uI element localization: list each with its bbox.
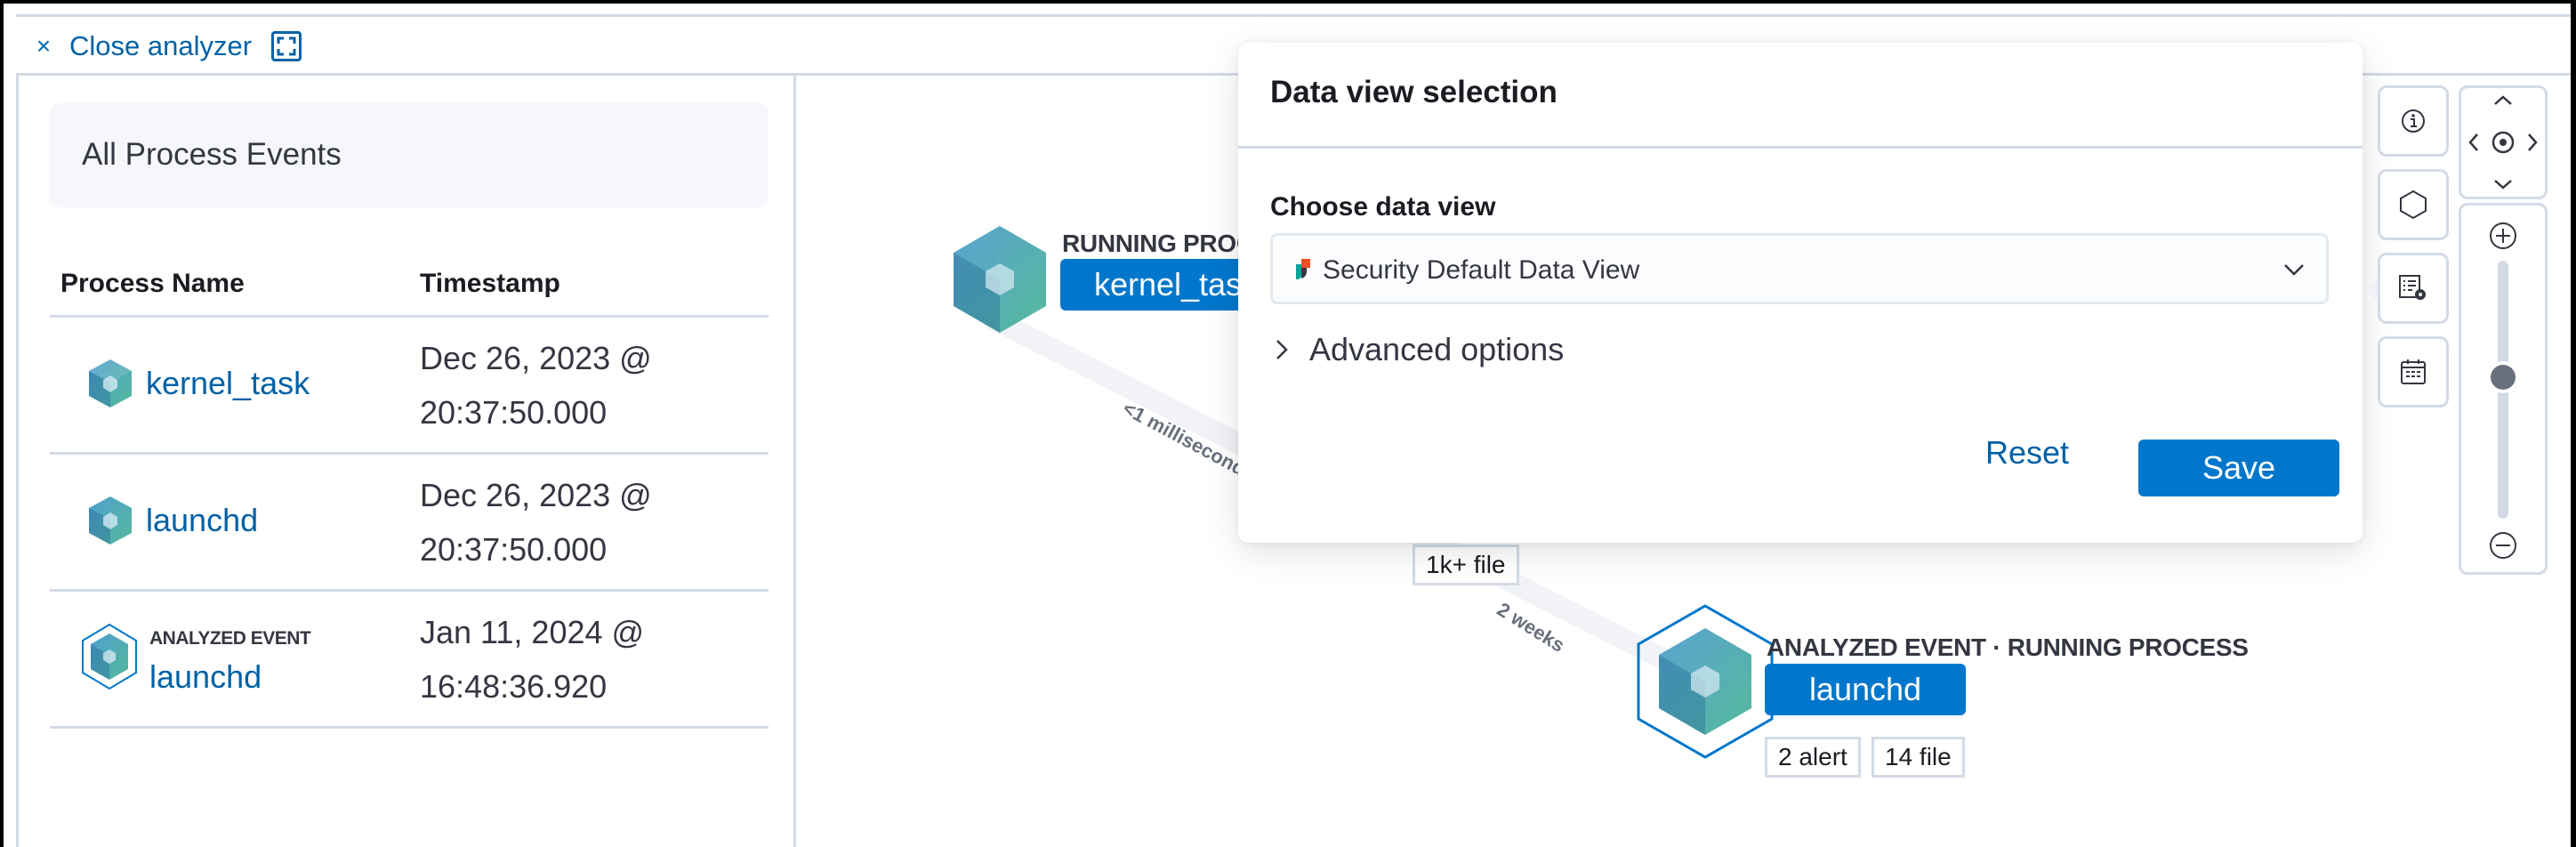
advanced-options-label: Advanced options: [1309, 331, 1565, 367]
timestamp-date: Dec 26, 2023 @: [420, 340, 652, 376]
process-events-panel: All Process Events Process Name Timestam…: [18, 75, 799, 847]
date-range-button[interactable]: [2378, 336, 2449, 407]
zoom-in-icon[interactable]: [2487, 220, 2519, 252]
process-cube-icon: [954, 226, 1046, 333]
column-header-timestamp: Timestamp: [420, 269, 560, 298]
save-button[interactable]: Save: [2138, 440, 2339, 496]
process-cell: launchd: [87, 495, 258, 546]
node-pill-file[interactable]: 14 file: [1872, 737, 1965, 778]
resolver-analyzer: × Close analyzer All Process Events Proc…: [4, 4, 2571, 847]
timestamp-date: Jan 11, 2024 @: [420, 614, 645, 650]
advanced-options-toggle[interactable]: Advanced options: [1274, 331, 1564, 368]
table-header-divider: [50, 315, 769, 318]
top-border: [16, 14, 2571, 17]
timestamp-cell: Dec 26, 2023 @ 20:37:50.000: [420, 331, 652, 440]
data-view-field-label: Choose data view: [1270, 192, 1496, 222]
analyzed-event-badge: ANALYZED EVENT: [149, 628, 311, 649]
process-name-link[interactable]: launchd: [149, 658, 262, 696]
data-view-select[interactable]: Security Default Data View: [1270, 233, 2329, 304]
info-icon: [2402, 109, 2425, 133]
node-name-button[interactable]: launchd: [1765, 664, 1966, 715]
fullscreen-icon[interactable]: [271, 31, 302, 61]
info-button[interactable]: [2378, 85, 2449, 157]
process-name-link[interactable]: launchd: [146, 502, 258, 539]
panel-title-box: All Process Events: [50, 103, 769, 207]
analyzed-process-icon: [1637, 604, 1774, 759]
close-analyzer-link[interactable]: Close analyzer: [69, 30, 252, 62]
node-legend-button[interactable]: [2378, 169, 2449, 240]
popover-divider: [1238, 146, 2363, 149]
pan-control: [2459, 85, 2548, 199]
process-cube-icon: [89, 496, 132, 544]
panel-title: All Process Events: [82, 137, 342, 172]
node-pill-alert[interactable]: 2 alert: [1765, 737, 1861, 778]
pan-left-icon: [2468, 133, 2478, 151]
process-name-link[interactable]: kernel_task: [146, 365, 310, 402]
hexagon-icon: [2400, 190, 2427, 220]
security-logo-icon: [1296, 259, 1310, 279]
timestamp-time: 16:48:36.920: [420, 668, 608, 705]
zoom-slider-track[interactable]: [2498, 261, 2508, 519]
data-view-settings-button[interactable]: [2378, 253, 2449, 324]
column-header-process-name: Process Name: [60, 269, 245, 298]
cross-icon[interactable]: ×: [30, 34, 57, 59]
node-type-label: ANALYZED EVENT · RUNNING PROCESS: [1767, 633, 2249, 661]
timestamp-cell: Jan 11, 2024 @ 16:48:36.920: [420, 605, 644, 714]
analyzed-hexagon-icon: [80, 623, 139, 695]
close-analyzer-row: × Close analyzer: [30, 27, 302, 66]
chevron-down-icon: [2284, 264, 2304, 276]
data-view-settings-icon: [2399, 275, 2426, 300]
data-view-selected-value: Security Default Data View: [1323, 255, 1640, 285]
pan-right-icon: [2528, 133, 2538, 151]
popover-title: Data view selection: [1270, 75, 1558, 109]
chevron-right-icon: [1276, 340, 1288, 359]
related-events-pill[interactable]: 1k+ file: [1413, 544, 1519, 585]
row-divider: [50, 589, 769, 592]
zoom-out-icon[interactable]: [2487, 529, 2519, 561]
reset-button[interactable]: Reset: [1985, 434, 2069, 472]
process-cell: kernel_task: [87, 358, 310, 409]
pan-up-icon: [2494, 95, 2512, 105]
pan-down-icon: [2494, 180, 2512, 190]
timestamp-cell: Dec 26, 2023 @ 20:37:50.000: [420, 468, 652, 577]
process-cube-icon: [89, 359, 132, 407]
zoom-slider-thumb[interactable]: [2491, 364, 2516, 390]
calendar-icon: [2401, 359, 2426, 384]
timestamp-time: 20:37:50.000: [420, 531, 608, 568]
timestamp-time: 20:37:50.000: [420, 394, 608, 431]
row-divider: [50, 726, 769, 729]
timestamp-date: Dec 26, 2023 @: [420, 477, 652, 513]
data-view-popover: Data view selection Choose data view Sec…: [1238, 43, 2363, 543]
zoom-control: [2459, 203, 2548, 575]
row-divider: [50, 452, 769, 455]
